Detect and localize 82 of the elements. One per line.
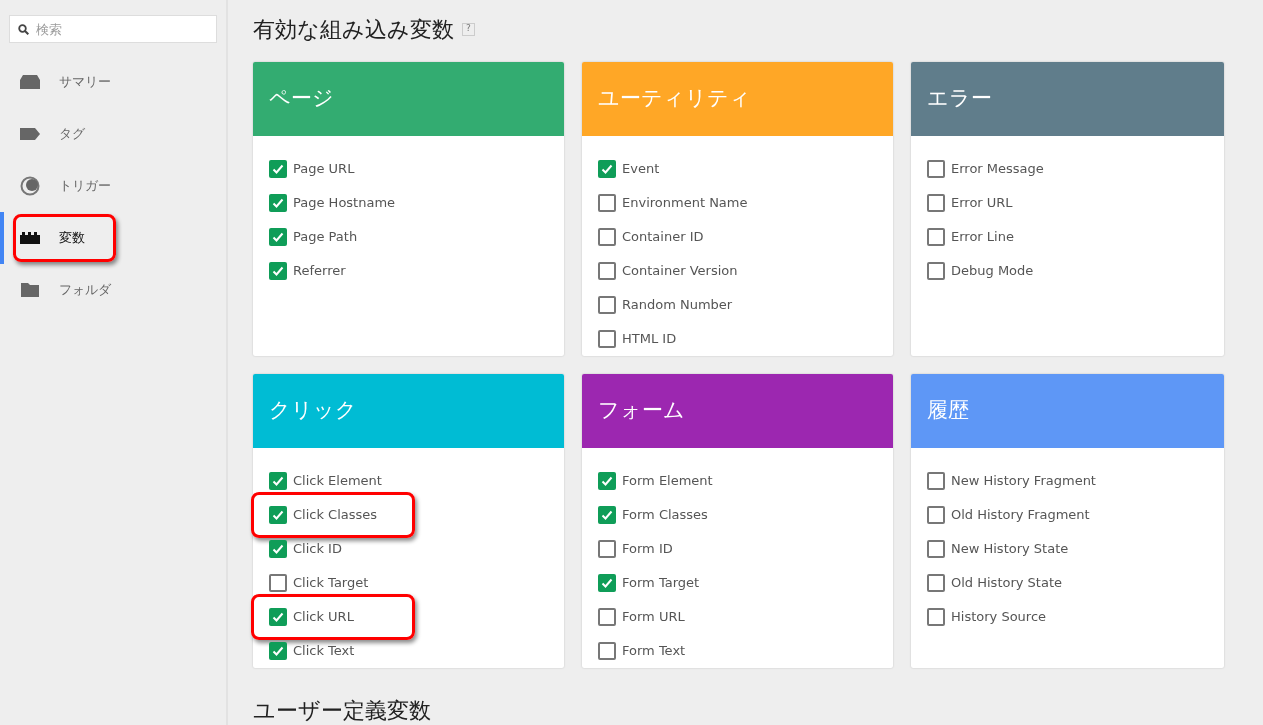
checkbox[interactable]: [598, 330, 616, 348]
checkbox-label: Form Element: [622, 472, 713, 491]
checkbox-label: Error Message: [951, 160, 1044, 179]
checkbox[interactable]: [269, 506, 287, 524]
card-header: ユーティリティ: [582, 62, 893, 136]
checkbox-label: Click Text: [293, 642, 355, 661]
checkbox-label: Debug Mode: [951, 262, 1034, 281]
checkbox[interactable]: [269, 160, 287, 178]
checkbox-label: Page URL: [293, 160, 355, 179]
folder-icon: [21, 283, 39, 297]
checkbox-label: History Source: [951, 608, 1047, 627]
checkbox[interactable]: [269, 262, 287, 280]
checkbox[interactable]: [269, 574, 287, 592]
sidebar-item[interactable]: サマリー: [0, 56, 226, 108]
checkbox[interactable]: [269, 540, 287, 558]
checkbox-label: Container ID: [622, 228, 704, 247]
checkbox-label: Container Version: [622, 262, 738, 281]
checkbox-label: Click ID: [293, 540, 342, 559]
checkbox-label: Click Element: [293, 472, 382, 491]
card-header: エラー: [911, 62, 1224, 136]
checkbox[interactable]: [598, 506, 616, 524]
sidebar-item[interactable]: フォルダ: [0, 264, 226, 316]
tag-icon: [20, 128, 40, 140]
checkbox[interactable]: [598, 540, 616, 558]
checkbox[interactable]: [598, 642, 616, 660]
checkbox-label: Environment Name: [622, 194, 748, 213]
checkbox[interactable]: [927, 540, 945, 558]
search-field[interactable]: 検索: [9, 15, 217, 43]
checkbox[interactable]: [598, 574, 616, 592]
checkbox-label: Referrer: [293, 262, 346, 281]
help-button[interactable]: ?: [462, 22, 475, 36]
checkbox-label: Old History Fragment: [951, 506, 1090, 525]
checkbox-label: Form Classes: [622, 506, 708, 525]
sidebar-item[interactable]: トリガー: [0, 160, 226, 212]
card-header: ページ: [253, 62, 564, 136]
sidebar-item[interactable]: タグ: [0, 108, 226, 160]
card-header: 履歴: [911, 374, 1224, 448]
checkbox[interactable]: [598, 608, 616, 626]
sidebar-item[interactable]: 変数: [0, 212, 226, 264]
checkbox[interactable]: [927, 194, 945, 212]
checkbox-label: Old History State: [951, 574, 1063, 593]
checkbox[interactable]: [927, 262, 945, 280]
checkbox-label: Form ID: [622, 540, 673, 559]
checkbox-label: Event: [622, 160, 660, 179]
checkbox-label: Error Line: [951, 228, 1014, 247]
checkbox[interactable]: [927, 228, 945, 246]
card-header: クリック: [253, 374, 564, 448]
checkbox-label: New History State: [951, 540, 1069, 559]
checkbox-label: Form Text: [622, 642, 686, 661]
section-title: ユーザー定義変数: [253, 698, 432, 724]
checkbox[interactable]: [269, 472, 287, 490]
checkbox-label: HTML ID: [622, 330, 677, 349]
checkbox[interactable]: [598, 160, 616, 178]
checkbox-label: Form Target: [622, 574, 700, 593]
checkbox-label: Click Target: [293, 574, 369, 593]
checkbox[interactable]: [598, 296, 616, 314]
checkbox[interactable]: [269, 228, 287, 246]
checkbox-label: Page Path: [293, 228, 358, 247]
checkbox[interactable]: [598, 194, 616, 212]
checkbox[interactable]: [269, 608, 287, 626]
checkbox[interactable]: [927, 608, 945, 626]
blocks-icon: [20, 232, 40, 244]
checkbox[interactable]: [598, 472, 616, 490]
checkbox[interactable]: [598, 228, 616, 246]
trigger-icon: [20, 176, 40, 196]
checkbox[interactable]: [269, 194, 287, 212]
checkbox[interactable]: [598, 262, 616, 280]
checkbox-label: New History Fragment: [951, 472, 1096, 491]
checkbox[interactable]: [927, 160, 945, 178]
checkbox-label: Form URL: [622, 608, 685, 627]
checkbox[interactable]: [927, 472, 945, 490]
card-header: フォーム: [582, 374, 893, 448]
checkbox[interactable]: [927, 506, 945, 524]
checkbox-label: Click URL: [293, 608, 354, 627]
checkbox-label: Random Number: [622, 296, 733, 315]
checkbox[interactable]: [927, 574, 945, 592]
checkbox-label: Page Hostname: [293, 194, 396, 213]
checkbox-label: Error URL: [951, 194, 1013, 213]
section-title: 有効な組み込み変数: [253, 15, 454, 44]
checkbox-label: Click Classes: [293, 506, 378, 525]
checkbox[interactable]: [269, 642, 287, 660]
summary-icon: [20, 75, 40, 89]
